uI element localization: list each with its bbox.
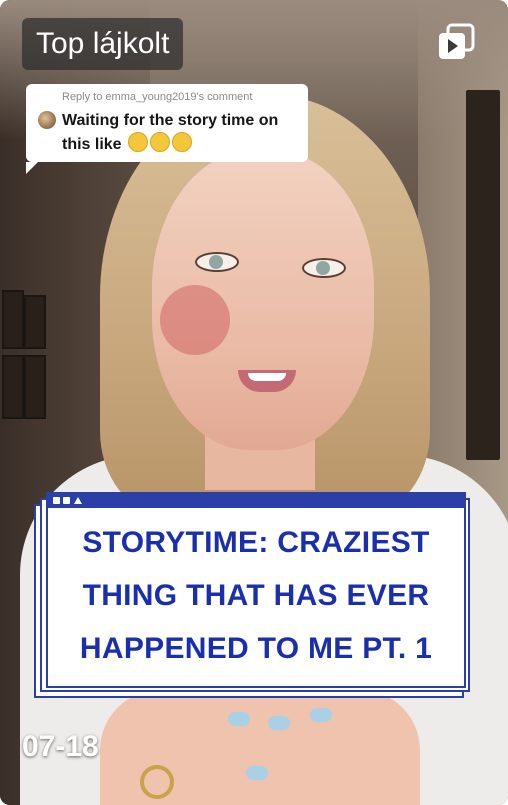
wall-picture-frame xyxy=(24,355,46,419)
window-triangle-icon xyxy=(74,497,82,504)
wall-picture-frame xyxy=(2,355,24,419)
reply-text: Waiting for the story time on this like xyxy=(62,112,279,153)
repost-multi-icon[interactable] xyxy=(436,22,476,62)
commenter-avatar xyxy=(38,111,56,129)
reply-header: Reply to emma_young2019's comment xyxy=(62,91,253,103)
relieved-face-icon xyxy=(172,132,193,152)
reply-comment-bubble[interactable]: Reply to emma_young2019's comment Waitin… xyxy=(26,84,308,174)
person-eye-left xyxy=(195,252,239,272)
person-cheek xyxy=(160,285,230,355)
window-square-icon xyxy=(53,497,60,504)
ring xyxy=(140,765,174,799)
fingernail xyxy=(268,716,290,730)
storytime-line-1: STORYTIME: CRAZIEST xyxy=(82,526,430,559)
pleading-face-icon xyxy=(150,132,171,152)
fingernail xyxy=(246,766,268,780)
window-square-icon xyxy=(63,497,70,504)
storytime-line-3: HAPPENED TO ME PT. 1 xyxy=(79,632,433,665)
storytime-overlay-window: STORYTIME: CRAZIEST THING THAT HAS EVER … xyxy=(46,492,466,688)
top-liked-badge: Top lájkolt xyxy=(22,18,184,70)
storytime-line-2: THING THAT HAS EVER xyxy=(82,579,430,612)
window-title-bar xyxy=(48,494,464,508)
reply-text-block: Waiting for the story time on this like xyxy=(62,110,302,156)
wall-picture-frame xyxy=(2,290,24,349)
fingernail xyxy=(228,712,250,726)
video-card[interactable]: Top lájkolt Reply to emma_young2019's co… xyxy=(0,0,508,805)
wall-picture-frame xyxy=(24,295,46,349)
storytime-title: STORYTIME: CRAZIEST THING THAT HAS EVER … xyxy=(48,516,464,675)
post-date: 07-18 xyxy=(22,730,99,763)
person-eye-right xyxy=(302,258,346,278)
flushed-face-icon xyxy=(128,132,149,152)
background-door xyxy=(466,90,500,460)
fingernail xyxy=(310,708,332,722)
